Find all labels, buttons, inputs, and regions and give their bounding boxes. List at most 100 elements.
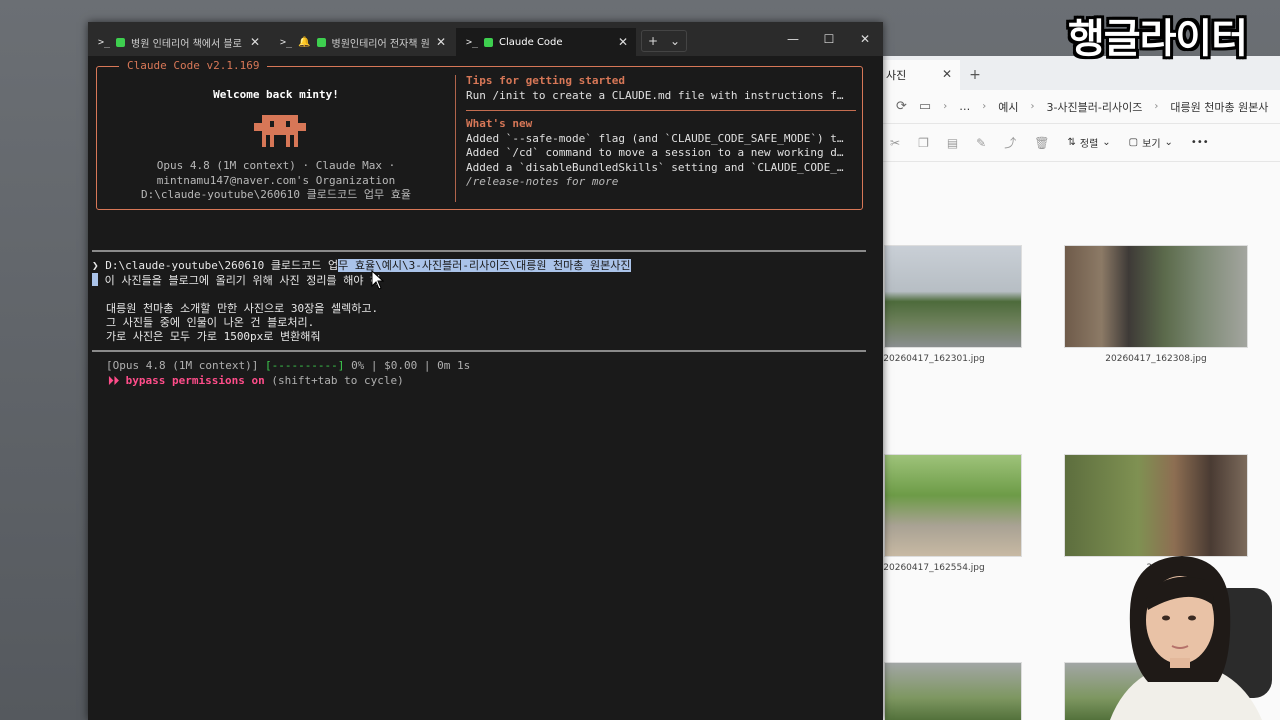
cut-icon[interactable]: ✂ bbox=[890, 136, 900, 150]
close-icon[interactable]: ✕ bbox=[436, 35, 446, 49]
close-icon[interactable]: ✕ bbox=[250, 35, 260, 49]
view-button[interactable]: ▢ 보기 ⌄ bbox=[1129, 135, 1173, 150]
breadcrumb-item[interactable]: 3-사진블러-리사이즈 bbox=[1046, 99, 1142, 115]
claude-mascot-icon bbox=[254, 115, 306, 147]
explorer-tab-label: 사진 bbox=[886, 69, 907, 82]
webcam-overlay bbox=[1110, 556, 1272, 720]
close-icon[interactable]: ✕ bbox=[618, 35, 628, 49]
powershell-icon: >_ bbox=[98, 36, 111, 48]
prompt-symbol: ❯ bbox=[92, 259, 99, 272]
file-thumbnail[interactable] bbox=[884, 662, 1022, 720]
file-name[interactable]: 20260417_162308.jpg bbox=[1086, 354, 1226, 364]
more-options-button[interactable]: ••• bbox=[1191, 137, 1209, 148]
terminal-tab[interactable]: >_ 병원 인테리어 책에서 블로 ✕ bbox=[88, 28, 268, 56]
app-icon bbox=[484, 37, 494, 47]
chevron-down-icon: ⌄ bbox=[1102, 137, 1111, 148]
chevron-down-icon: ⌄ bbox=[1164, 137, 1173, 148]
minimize-button[interactable]: — bbox=[775, 22, 811, 56]
whats-new-item: Added `--safe-mode` flag (and `CLAUDE_CO… bbox=[466, 131, 844, 145]
paste-icon[interactable]: ▤ bbox=[947, 136, 958, 150]
chevron-right-icon: › bbox=[982, 101, 987, 112]
tips-heading: Tips for getting started bbox=[466, 74, 625, 87]
prompt-text: D:\claude-youtube\260610 클로드코드 업 bbox=[105, 259, 339, 272]
account-info: Opus 4.8 (1M context) · Claude Max · mint… bbox=[97, 159, 455, 203]
delete-icon[interactable]: 🗑 bbox=[1034, 136, 1049, 150]
welcome-panel: Claude Code v2.1.169 Welcome back minty!… bbox=[96, 59, 863, 211]
file-name[interactable]: 20260417_162301.jpg bbox=[864, 354, 1004, 364]
sort-button[interactable]: ⇅ 정렬 ⌄ bbox=[1067, 135, 1110, 150]
status-model: [Opus 4.8 (1M context)] bbox=[106, 359, 259, 372]
rename-icon[interactable]: ✎ bbox=[976, 136, 986, 150]
whats-new-item: Added a `disableBundledSkills` setting a… bbox=[466, 160, 844, 174]
maximize-button[interactable]: ☐ bbox=[811, 22, 847, 56]
file-thumbnail[interactable] bbox=[1064, 245, 1248, 348]
refresh-icon[interactable]: ⟳ bbox=[896, 99, 907, 114]
model-line: Opus 4.8 (1M context) · Claude Max · bbox=[156, 159, 396, 172]
window-controls: — ☐ ✕ bbox=[775, 22, 883, 56]
terminal-title-bar[interactable]: >_ 병원 인테리어 책에서 블로 ✕ >_ 🔔 병원인테리어 전자책 원 ✕ … bbox=[88, 22, 883, 56]
chevron-right-icon: › bbox=[943, 101, 948, 112]
prompt-line-3: 대릉원 천마총 소개할 만한 사진으로 30장을 셀렉하고. bbox=[106, 302, 379, 315]
file-thumbnail[interactable] bbox=[884, 454, 1022, 557]
bypass-label: bypass permissions on bbox=[125, 374, 265, 387]
divider bbox=[466, 110, 856, 111]
chevron-down-icon[interactable]: ⌄ bbox=[670, 34, 680, 48]
file-thumbnail[interactable] bbox=[1064, 454, 1248, 557]
view-label: 보기 bbox=[1142, 139, 1161, 150]
terminal-tab-label: Claude Code bbox=[499, 36, 563, 48]
new-tab-button[interactable]: + bbox=[648, 34, 658, 48]
copy-icon[interactable]: ❐ bbox=[918, 136, 929, 150]
status-usage: 0% | $0.00 | 0m 1s bbox=[351, 359, 471, 372]
bell-icon: 🔔 bbox=[298, 36, 311, 48]
file-name[interactable]: 20260417_162554.jpg bbox=[864, 563, 1004, 573]
context-progress-bar: [----------] bbox=[264, 359, 345, 372]
close-icon[interactable]: ✕ bbox=[942, 67, 952, 81]
address-bar[interactable]: ⟳ ▭ › … › 예시 › 3-사진블러-리사이즈 › 대릉원 천마총 원본사 bbox=[880, 90, 1280, 124]
breadcrumb-item[interactable]: 대릉원 천마총 원본사 bbox=[1170, 99, 1268, 115]
play-arrows-icon: ⏵⏵ bbox=[108, 374, 119, 387]
status-line: [Opus 4.8 (1M context)] [----------] 0% … bbox=[106, 359, 470, 374]
breadcrumb-overflow[interactable]: … bbox=[959, 100, 970, 113]
org-line: mintnamu147@naver.com's Organization bbox=[156, 173, 396, 187]
new-tab-button[interactable]: + bbox=[960, 60, 990, 90]
sort-label: 정렬 bbox=[1079, 139, 1099, 150]
prompt-line-5: 가로 사진은 모두 가로 1500px로 변환해줘 bbox=[106, 330, 321, 343]
powershell-icon: >_ bbox=[280, 36, 293, 48]
welcome-greeting: Welcome back minty! bbox=[213, 88, 339, 101]
channel-logo: 행글라이터 bbox=[1068, 16, 1248, 62]
new-tab-group: + ⌄ bbox=[641, 30, 687, 52]
welcome-left: Welcome back minty! Opus 4.8 (1M context… bbox=[97, 67, 455, 211]
prompt-line-1: ❯ D:\claude-youtube\260610 클로드코드 업무 효율\예… bbox=[92, 259, 631, 274]
terminal-tab[interactable]: >_ 🔔 병원인테리어 전자책 원 ✕ bbox=[270, 28, 454, 56]
sort-icon: ⇅ bbox=[1067, 137, 1076, 148]
app-icon bbox=[116, 37, 126, 47]
terminal-tab-label: 병원인테리어 전자책 원 bbox=[331, 38, 430, 50]
terminal-tab-label: 병원 인테리어 책에서 블로 bbox=[131, 38, 242, 50]
app-icon bbox=[316, 37, 326, 47]
panel-divider bbox=[455, 75, 456, 202]
bypass-hint: (shift+tab to cycle) bbox=[271, 374, 404, 387]
powershell-icon: >_ bbox=[466, 36, 479, 48]
mouse-cursor-icon bbox=[371, 270, 385, 290]
prompt-border-bottom bbox=[92, 350, 866, 352]
permission-mode: ⏵⏵ bypass permissions on (shift+tab to c… bbox=[108, 374, 404, 389]
terminal-tab-active[interactable]: >_ Claude Code ✕ bbox=[456, 28, 636, 56]
chevron-right-icon: › bbox=[1154, 101, 1159, 112]
text-caret bbox=[92, 273, 98, 286]
release-notes-hint: /release-notes for more bbox=[466, 175, 619, 188]
share-icon[interactable]: ⤴ bbox=[1004, 134, 1016, 151]
explorer-toolbar: ✂ ❐ ▤ ✎ ⤴ 🗑 ⇅ 정렬 ⌄ ▢ 보기 ⌄ ••• bbox=[880, 124, 1280, 162]
welcome-right: Tips for getting started Run /init to cre… bbox=[466, 74, 856, 190]
prompt-border-top bbox=[92, 250, 866, 252]
explorer-tab[interactable]: 사진 ✕ bbox=[880, 60, 960, 90]
prompt-line-4: 그 사진들 중에 인물이 나온 건 블로처리. bbox=[106, 316, 315, 329]
breadcrumb-item[interactable]: 예시 bbox=[998, 99, 1018, 115]
whats-new-item: Added `/cd` command to move a session to… bbox=[466, 146, 844, 159]
close-button[interactable]: ✕ bbox=[847, 22, 883, 56]
view-icon: ▢ bbox=[1128, 137, 1139, 148]
file-thumbnail[interactable] bbox=[884, 245, 1022, 348]
tips-text: Run /init to create a CLAUDE.md file wit… bbox=[466, 88, 844, 102]
chevron-right-icon: › bbox=[1030, 101, 1035, 112]
prompt-text: 이 사진들을 블로그에 올리기 위해 사진 정리를 해야 해 bbox=[104, 274, 381, 287]
monitor-icon: ▭ bbox=[918, 99, 932, 114]
